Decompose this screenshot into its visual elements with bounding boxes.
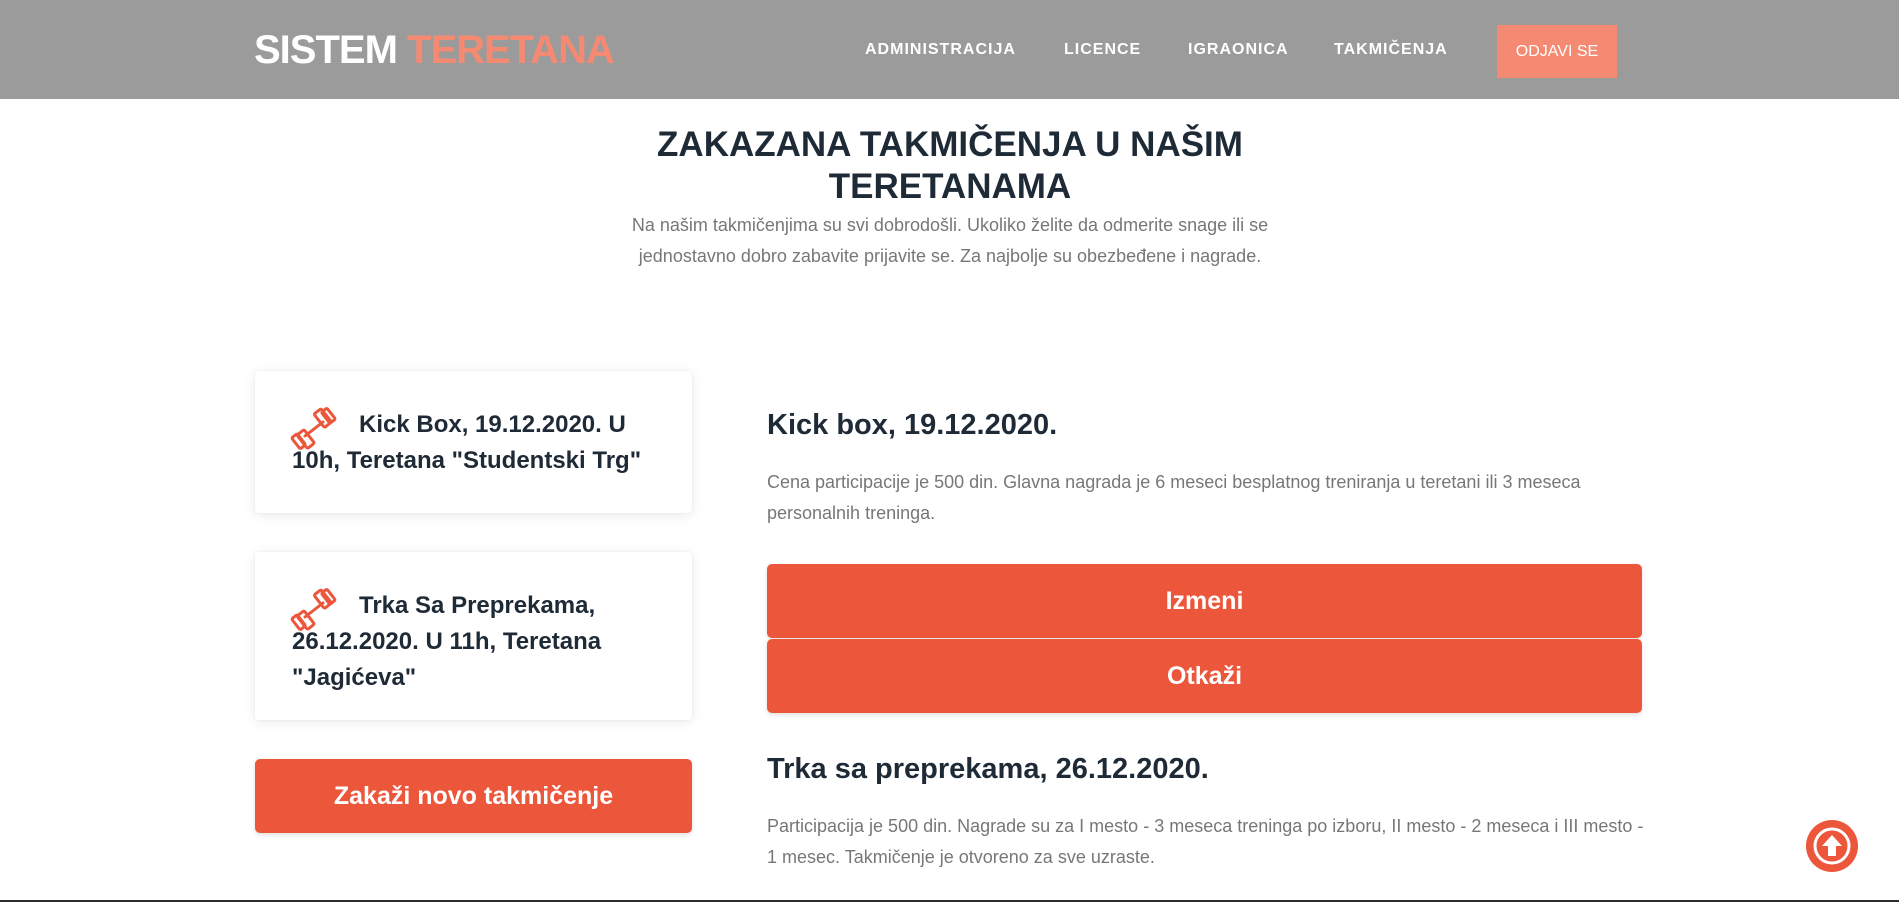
cancel-competition-button[interactable]: Otkaži xyxy=(767,639,1642,713)
nav-link-igraonica[interactable]: IGRAONICA xyxy=(1188,38,1289,62)
event-description-trka-sa-preprekama: Participacija je 500 din. Nagrade su za … xyxy=(767,816,1644,867)
nav-link-administracija[interactable]: ADMINISTRACIJA xyxy=(865,38,1016,62)
top-navbar: SISTEM TERETANA ADMINISTRACIJA LICENCE I… xyxy=(0,0,1899,99)
nav-link-takmicenja[interactable]: TAKMIČENJA xyxy=(1334,38,1448,62)
logo-text-sistem: SISTEM xyxy=(254,28,398,72)
scroll-to-top-button[interactable] xyxy=(1806,820,1858,872)
edit-button[interactable]: Izmeni xyxy=(767,564,1642,638)
logout-button[interactable]: ODJAVI SE xyxy=(1497,25,1617,78)
event-description-kick-box: Cena participacije je 500 din. Glavna na… xyxy=(767,472,1581,523)
site-logo[interactable]: SISTEM TERETANA xyxy=(254,26,615,74)
competition-label: Kick Box, 19.12.2020. U 10h, Teretana "S… xyxy=(292,411,642,474)
page-title: ZAKAZANA TAKMIČENJA U NAŠIM TERETANAMA xyxy=(657,125,1243,206)
event-title-trka-sa-preprekama: Trka sa preprekama, 26.12.2020. xyxy=(767,753,1209,785)
nav-link-licence[interactable]: LICENCE xyxy=(1064,38,1141,62)
event-title-kick-box: Kick box, 19.12.2020. xyxy=(767,409,1058,441)
competition-card-kick-box[interactable]: Kick Box, 19.12.2020. U 10h, Teretana "S… xyxy=(255,371,692,513)
competition-card-trka-sa-preprekama[interactable]: Trka Sa Preprekama, 26.12.2020. U 11h, T… xyxy=(255,552,692,720)
competition-label: Trka Sa Preprekama, 26.12.2020. U 11h, T… xyxy=(292,592,602,691)
page-subtitle: Na našim takmičenjima su svi dobrodošli.… xyxy=(631,215,1269,266)
logo-text-teretana: TERETANA xyxy=(407,28,615,72)
schedule-competition-button[interactable]: Zakaži novo takmičenje xyxy=(255,759,692,833)
arrow-up-circle-icon xyxy=(1813,827,1851,865)
